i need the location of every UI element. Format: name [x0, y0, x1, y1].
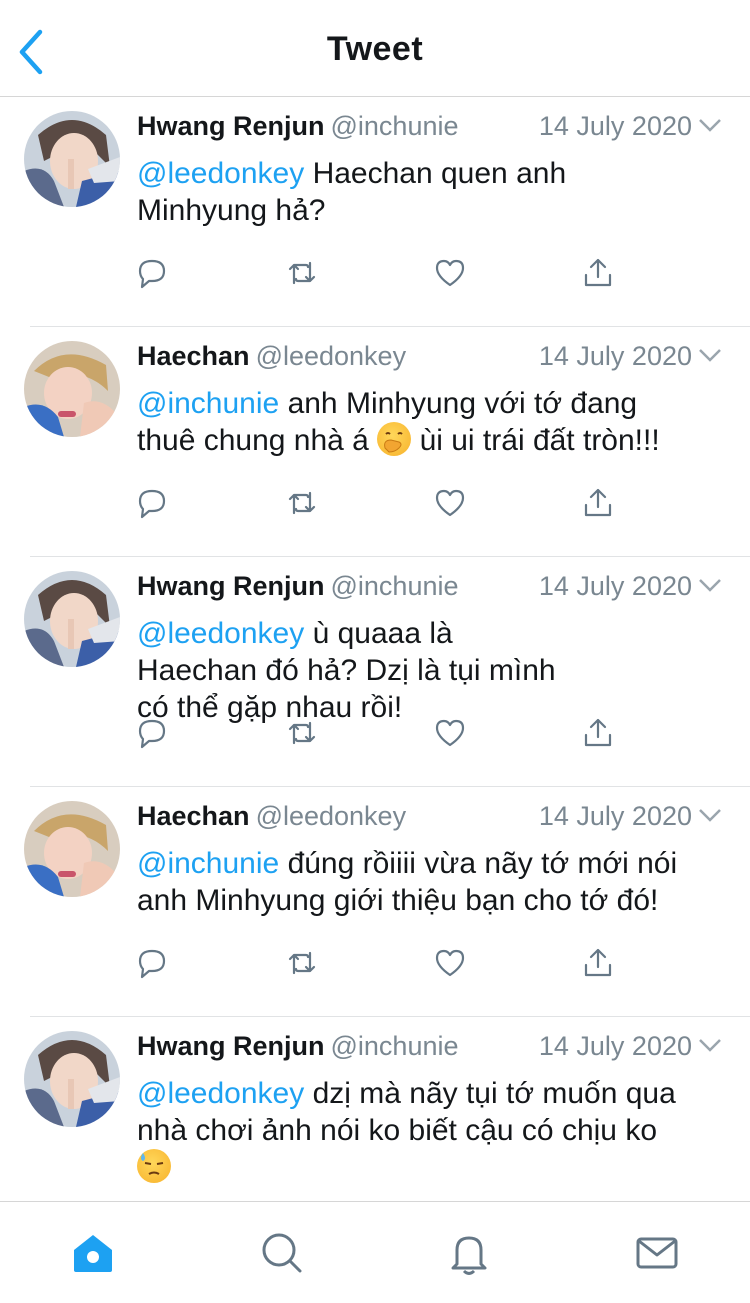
face-with-hand-over-mouth-emoji — [377, 422, 412, 456]
share-icon[interactable] — [582, 257, 614, 289]
tweet-text: @leedonkey Haechan quen anh Minhyung hả? — [137, 155, 737, 229]
user-handle[interactable]: @inchunie — [331, 111, 459, 141]
tweet-date: 14 July 2020 — [538, 111, 692, 141]
tweet[interactable]: Hwang Renjun @inchunie 14 July 2020 @leed… — [24, 97, 750, 327]
tweet-text-line: Minhyung hả? — [137, 194, 326, 227]
user-handle[interactable]: @inchunie — [331, 571, 459, 601]
tweet-date: 14 July 2020 — [538, 571, 692, 601]
share-icon[interactable] — [582, 487, 614, 519]
mention-link[interactable]: @inchunie — [137, 387, 279, 420]
chevron-down-icon[interactable] — [698, 1037, 722, 1053]
reply-icon[interactable] — [136, 947, 168, 979]
avatar[interactable] — [24, 1031, 120, 1127]
retweet-icon[interactable] — [286, 487, 318, 519]
avatar[interactable] — [24, 801, 120, 897]
tweet-text-line: nhà chơi ảnh nói ko biết cậu có chịu ko — [137, 1114, 658, 1147]
user-handle[interactable]: @leedonkey — [256, 341, 407, 371]
tweet-header: Haechan @leedonkey 14 July 2020 — [137, 341, 722, 377]
tweet-header: Hwang Renjun @inchunie 14 July 2020 — [137, 111, 722, 147]
avatar[interactable] — [24, 571, 120, 667]
tweet-text-line: anh Minhyung với tớ đang — [287, 387, 638, 420]
bottom-tab-bar — [0, 1201, 750, 1303]
messages-icon[interactable] — [634, 1230, 680, 1276]
tweet-date: 14 July 2020 — [538, 1031, 692, 1061]
like-icon[interactable] — [434, 257, 466, 289]
page-title: Tweet — [326, 30, 424, 68]
display-name[interactable]: Haechan — [137, 341, 250, 371]
tweet-text: @inchunie anh Minhyung với tớ đang thuê … — [137, 385, 737, 459]
display-name[interactable]: Haechan — [137, 801, 250, 831]
tweet[interactable]: Haechan @leedonkey 14 July 2020 @inchunie… — [24, 787, 750, 1017]
user-handle[interactable]: @leedonkey — [256, 801, 407, 831]
tweet-text: @inchunie đúng rồiiii vừa nãy tớ mới nói… — [137, 845, 737, 919]
tweet-text-line: đúng rồiiii vừa nãy tớ mới nói — [287, 847, 678, 880]
chevron-down-icon[interactable] — [698, 117, 722, 133]
tweet[interactable]: Hwang Renjun @inchunie 14 July 2020 @leed… — [24, 557, 750, 787]
mention-link[interactable]: @inchunie — [137, 847, 279, 880]
tweet-text: @leedonkey dzị mà nãy tụi tớ muốn qua nh… — [137, 1075, 737, 1186]
mention-link[interactable]: @leedonkey — [137, 157, 304, 190]
tweet-header: Hwang Renjun @inchunie 14 July 2020 — [137, 1031, 722, 1067]
tweet-actions — [136, 947, 636, 981]
tweet-text-line: anh Minhyung giới thiệu bạn cho tớ đó! — [137, 884, 659, 917]
reply-icon[interactable] — [136, 257, 168, 289]
tweet-header: Hwang Renjun @inchunie 14 July 2020 — [137, 571, 722, 607]
search-icon[interactable] — [258, 1230, 304, 1276]
user-handle[interactable]: @inchunie — [331, 1031, 459, 1061]
retweet-icon[interactable] — [286, 717, 318, 749]
tweet-text-line: ùi ui trái đất tròn!!! — [419, 424, 660, 457]
avatar[interactable] — [24, 111, 120, 207]
tweet-text-line: ù quaaa là — [312, 617, 453, 650]
top-bar: Tweet — [0, 0, 750, 97]
display-name[interactable]: Hwang Renjun — [137, 571, 325, 601]
reply-icon[interactable] — [136, 717, 168, 749]
tweet-actions — [136, 717, 636, 751]
retweet-icon[interactable] — [286, 947, 318, 979]
chevron-down-icon[interactable] — [698, 347, 722, 363]
share-icon[interactable] — [582, 947, 614, 979]
chevron-down-icon[interactable] — [698, 807, 722, 823]
tweet-date: 14 July 2020 — [538, 801, 692, 831]
mention-link[interactable]: @leedonkey — [137, 617, 304, 650]
like-icon[interactable] — [434, 717, 466, 749]
tweet-actions — [136, 487, 636, 521]
chevron-down-icon[interactable] — [698, 577, 722, 593]
mention-link[interactable]: @leedonkey — [137, 1077, 304, 1110]
home-icon[interactable] — [70, 1230, 116, 1276]
display-name[interactable]: Hwang Renjun — [137, 111, 325, 141]
tweet-header: Haechan @leedonkey 14 July 2020 — [137, 801, 722, 837]
retweet-icon[interactable] — [286, 257, 318, 289]
display-name[interactable]: Hwang Renjun — [137, 1031, 325, 1061]
tweet-date: 14 July 2020 — [538, 341, 692, 371]
tweet-actions — [136, 257, 636, 291]
tweet-text-line: Haechan đó hả? Dzị là tụi mình — [137, 654, 556, 687]
like-icon[interactable] — [434, 487, 466, 519]
reply-icon[interactable] — [136, 487, 168, 519]
avatar[interactable] — [24, 341, 120, 437]
tweet[interactable]: Haechan @leedonkey 14 July 2020 @inchunie… — [24, 327, 750, 557]
tweet-text: @leedonkey ù quaaa là Haechan đó hả? Dzị… — [137, 615, 737, 726]
tweet-text-line: Haechan quen anh — [312, 157, 567, 190]
like-icon[interactable] — [434, 947, 466, 979]
share-icon[interactable] — [582, 717, 614, 749]
tweet-text-line: thuê chung nhà á — [137, 424, 369, 457]
tweet-thread: Hwang Renjun @inchunie 14 July 2020 @leed… — [0, 97, 750, 1246]
tweet-text-line: dzị mà nãy tụi tớ muốn qua — [312, 1077, 676, 1110]
downcast-face-with-sweat-emoji — [137, 1149, 171, 1183]
notifications-icon[interactable] — [446, 1230, 492, 1276]
